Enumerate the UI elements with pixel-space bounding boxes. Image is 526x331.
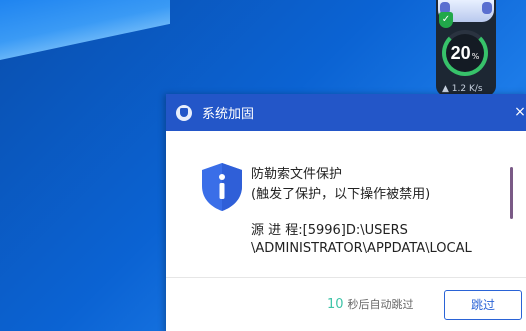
protection-subheading: (触发了保护，以下操作被禁用) — [251, 187, 431, 202]
countdown-text: 10 秒后自动跳过 — [327, 296, 414, 312]
skip-button[interactable]: 跳过 — [444, 290, 522, 320]
check-shield-icon: ✓ — [439, 12, 453, 28]
mascot-ear-icon — [482, 2, 492, 14]
usage-percent: 20 — [450, 42, 471, 63]
network-speed: ▲ 1.2 K/s — [442, 84, 483, 94]
dialog-content: 防勒索文件保护 (触发了保护，以下操作被禁用) 源 进 程:[5996]D:\U… — [166, 131, 526, 277]
dialog-title: 系统加固 — [202, 107, 255, 122]
hardening-dialog: 系统加固 × 防勒索文件保护 (触发了保护，以下操作被禁用) 源 进 程:[59… — [166, 94, 526, 331]
process-path-line: 源 进 程:[5996]D:\USERS — [251, 223, 408, 238]
dialog-titlebar[interactable]: 系统加固 × — [166, 94, 526, 131]
protection-heading: 防勒索文件保护 — [251, 167, 343, 182]
app-logo-icon — [176, 104, 192, 121]
desktop-wallpaper-streak — [0, 0, 170, 60]
content-scrollbar[interactable] — [510, 167, 513, 219]
countdown-seconds: 10 — [327, 297, 344, 312]
countdown-label: 秒后自动跳过 — [347, 298, 414, 311]
usage-percent-unit: % — [471, 51, 480, 61]
close-button[interactable]: × — [512, 94, 526, 131]
process-path-line: \ADMINISTRATOR\APPDATA\LOCAL — [251, 241, 472, 256]
shield-info-icon — [202, 163, 242, 211]
dialog-footer: 10 秒后自动跳过 跳过 — [166, 277, 526, 331]
usage-gauge[interactable]: 20 % — [442, 30, 488, 76]
